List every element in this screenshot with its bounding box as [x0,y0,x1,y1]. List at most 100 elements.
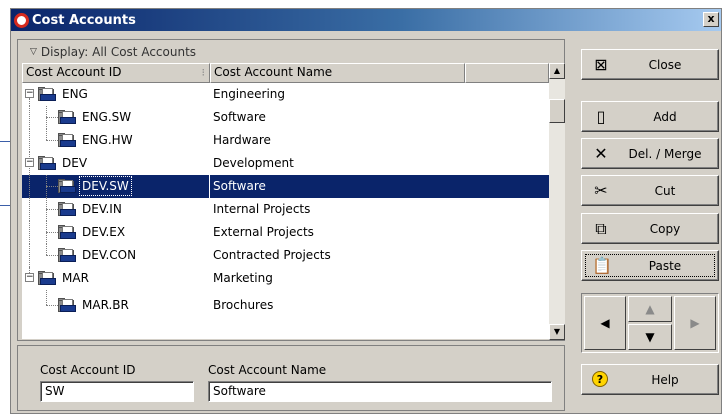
cost-account-id: DEV.EX [82,225,126,239]
move-arrows: ◀ ▲ ▼ ▶ [581,293,719,353]
column-header-id[interactable]: Cost Account ID ⁝ [22,63,210,83]
delete-merge-button[interactable]: ✕ Del. / Merge [581,138,719,169]
cost-account-id: ENG.SW [82,110,132,124]
tree-line [29,221,30,244]
folder-icon [58,110,76,124]
column-header-name-label: Cost Account Name [214,65,333,79]
cut-button[interactable]: ✂ Cut [581,175,719,206]
help-button[interactable]: ? Help [581,364,719,395]
cost-account-id: ENG [62,87,88,101]
paste-button-label: Paste [648,259,682,273]
table-row[interactable]: ENG.HW Hardware [22,129,549,152]
cost-account-id: MAR.BR [82,298,129,312]
cost-account-id-field[interactable]: SW [40,381,194,402]
cost-account-name: Internal Projects [213,202,311,216]
scroll-down-icon[interactable]: ▼ [549,324,565,340]
cost-account-name: Software [213,179,266,193]
table-row[interactable]: − DEV Development [22,152,549,175]
folder-icon [38,87,56,101]
cost-account-name-field[interactable]: Software [208,381,552,402]
cost-account-name: Engineering [213,87,285,101]
title-bar: Cost Accounts x [11,9,721,31]
folder-icon [58,179,76,193]
tree-line [46,140,58,141]
tree-line [46,232,58,233]
column-divider [209,175,210,198]
cost-account-name: Hardware [213,133,271,147]
cost-account-name: Contracted Projects [213,248,331,262]
help-button-label: Help [651,373,679,387]
copy-button[interactable]: ⧉ Copy [581,213,719,244]
tree-line [46,244,47,255]
collapse-icon[interactable]: − [25,158,34,167]
table-row-selected[interactable]: DEV.SW Software [22,175,549,198]
column-header-id-label: Cost Account ID [26,65,122,79]
table-row[interactable]: − ENG Engineering [22,83,549,106]
tree-line [29,98,30,106]
tree-line [29,198,30,221]
cost-account-id-label: Cost Account ID [40,363,136,377]
arrow-right-icon[interactable]: ▶ [674,296,716,350]
cost-accounts-dialog: Cost Accounts x ▽ Display: All Cost Acco… [10,8,722,414]
collapse-icon[interactable]: − [25,273,34,282]
cost-account-name: Brochures [213,298,274,312]
cost-account-name: Development [213,156,294,170]
display-filter-label: Display: All Cost Accounts [40,45,197,59]
scroll-up-icon[interactable]: ▲ [549,63,565,79]
table-row[interactable]: − MAR Marketing [22,267,549,290]
grid-header: Cost Account ID ⁝ Cost Account Name [22,63,549,83]
add-button[interactable]: ▯ Add [581,101,719,132]
folder-icon [58,248,76,262]
cost-account-id: ENG.HW [82,133,133,147]
close-button-label: Close [648,58,682,72]
cost-account-id: DEV.IN [82,202,122,216]
tree-line [29,106,30,129]
chevron-down-icon: ▽ [30,47,37,57]
folder-icon [58,133,76,147]
tree-line [46,117,58,118]
tree-line [29,244,30,267]
column-header-name[interactable]: Cost Account Name [210,63,465,83]
arrow-down-icon[interactable]: ▼ [628,324,672,350]
details-panel: Cost Account ID SW Cost Account Name Sof… [17,345,565,411]
table-row[interactable]: DEV.EX External Projects [22,221,549,244]
vertical-scrollbar[interactable]: ▲ ▼ [549,63,565,340]
scissors-icon: ✂ [594,181,608,200]
cost-account-name: Marketing [213,271,273,285]
arrow-up-icon[interactable]: ▲ [628,296,672,322]
table-row[interactable]: ENG.SW Software [22,106,549,129]
question-mark-icon: ? [592,371,608,387]
x-delete-icon: ✕ [594,144,608,163]
tree-line [46,129,47,140]
delete-merge-button-label: Del. / Merge [628,147,702,161]
arrow-left-icon[interactable]: ◀ [584,296,626,350]
table-row[interactable]: DEV.IN Internal Projects [22,198,549,221]
clipboard-icon: 📋 [592,256,612,275]
close-window-icon: ⊠ [594,55,608,74]
table-row[interactable]: DEV.CON Contracted Projects [22,244,549,267]
display-filter[interactable]: ▽ Display: All Cost Accounts [18,40,564,64]
cost-account-id: MAR [62,271,89,285]
tree-line [46,255,58,256]
window-title: Cost Accounts [32,12,136,28]
copy-icon: ⧉ [595,219,607,238]
table-row[interactable]: MAR.BR Brochures [22,290,549,317]
cost-account-name: Software [213,110,266,124]
cost-account-name-label: Cost Account Name [208,363,327,377]
copy-button-label: Copy [649,222,681,236]
collapse-icon[interactable]: − [25,89,34,98]
cost-account-tree-panel: ▽ Display: All Cost Accounts Cost Accoun… [17,39,565,341]
close-window-icon[interactable]: x [703,12,719,27]
tree-line [46,305,58,306]
scroll-thumb[interactable] [549,99,565,123]
close-button[interactable]: ⊠ Close [581,49,719,80]
cost-account-id: DEV.CON [82,248,137,262]
tree-line [46,209,58,210]
folder-icon [58,225,76,239]
oracle-logo-icon [14,12,29,28]
add-button-label: Add [653,110,677,124]
cost-account-id: DEV [62,156,88,170]
paste-button[interactable]: 📋 Paste [581,250,719,281]
column-header-filler [465,63,549,83]
cost-account-id: DEV.SW [79,176,132,196]
